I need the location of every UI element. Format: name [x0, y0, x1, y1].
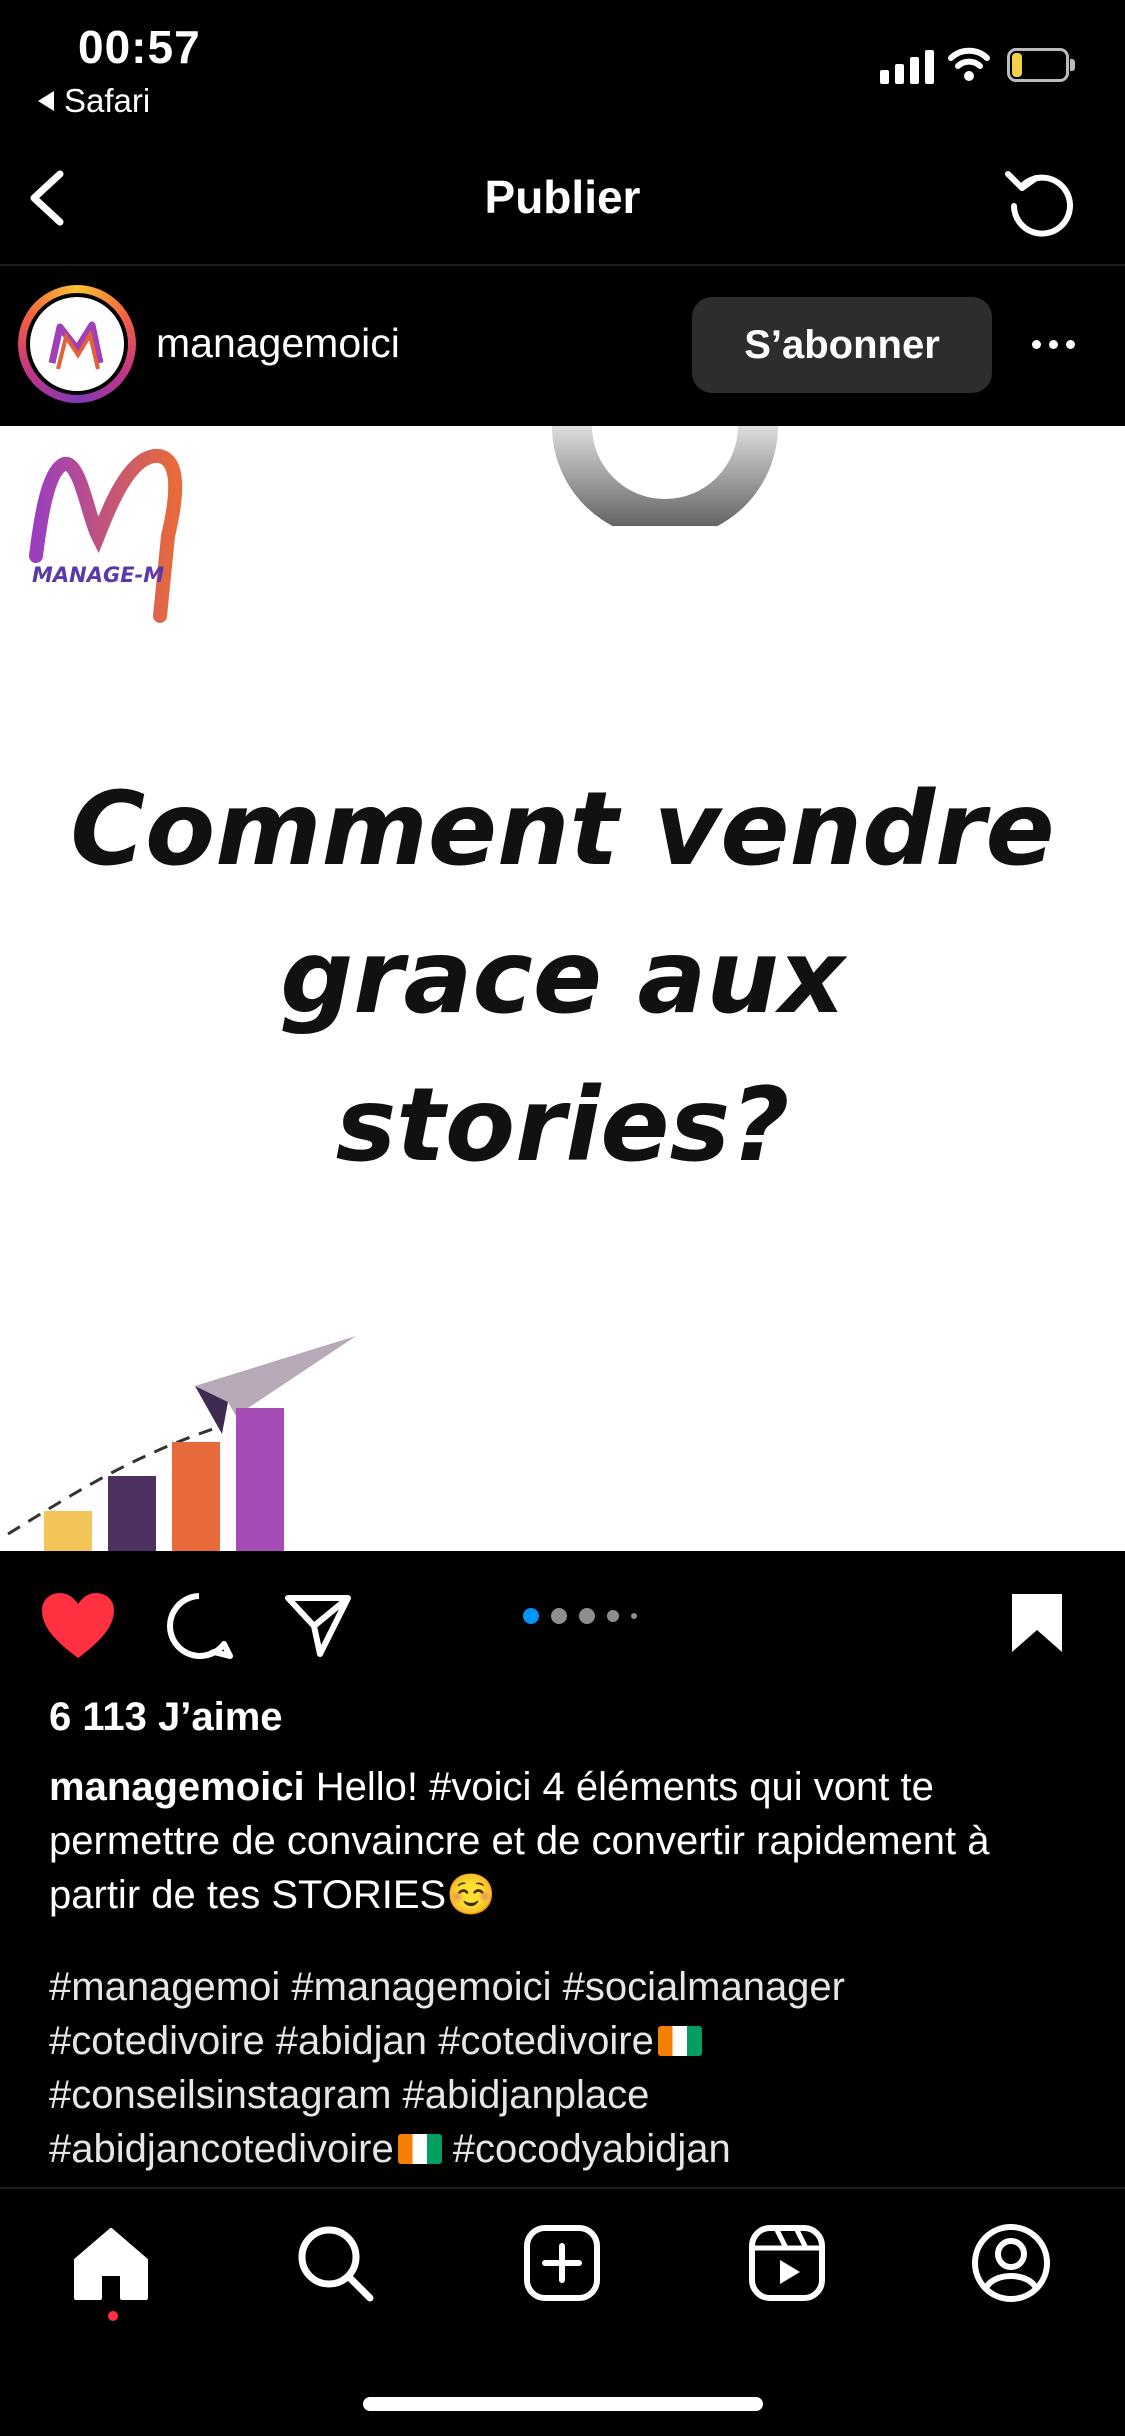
carousel-dot: [523, 1608, 539, 1624]
tab-bar-divider: [0, 2187, 1125, 2189]
status-time: 00:57: [78, 21, 201, 73]
ivory-coast-flag-icon: [657, 2026, 702, 2056]
decorative-ring-icon: [552, 426, 778, 526]
hashtag-line[interactable]: #abidjancotedivoire: [49, 2127, 394, 2171]
hashtag-line[interactable]: #cocodyabidjan: [442, 2127, 731, 2171]
follow-button[interactable]: S’abonner: [692, 297, 992, 393]
growth-chart-illustration: [7, 1336, 356, 1551]
tab-search-icon[interactable]: [290, 2218, 380, 2308]
back-to-app-link[interactable]: Safari: [38, 82, 150, 120]
page-title: Publier: [484, 171, 641, 223]
tab-profile-icon[interactable]: [966, 2218, 1056, 2308]
brand-logo-text: MANAGE-M: [32, 563, 164, 587]
headline-line: Comment vendre: [70, 770, 1055, 889]
home-indicator[interactable]: [363, 2397, 763, 2411]
hashtag-line[interactable]: #conseilsinstagram #abidjanplace: [49, 2073, 649, 2117]
tab-reels-icon[interactable]: [742, 2218, 832, 2308]
caption-username[interactable]: managemoici: [49, 1765, 305, 1809]
carousel-dot: [551, 1608, 567, 1624]
carousel-indicator: [523, 1608, 637, 1624]
post-caption: managemoici Hello! #voici 4 éléments qui…: [49, 1760, 1089, 1922]
comment-icon[interactable]: [162, 1590, 236, 1662]
post-hashtags: #managemoi #managemoici #socialmanager #…: [49, 1960, 1109, 2176]
brand-logo-icon: MANAGE-M: [29, 449, 183, 623]
share-paper-plane-icon[interactable]: [282, 1590, 354, 1662]
like-heart-icon[interactable]: [38, 1590, 118, 1662]
carousel-dot: [607, 1610, 619, 1622]
ivory-coast-flag-icon: [397, 2134, 442, 2164]
post-username[interactable]: managemoici: [156, 320, 400, 367]
back-app-label: Safari: [64, 82, 151, 119]
nav-divider: [0, 264, 1125, 266]
home-notification-dot: [108, 2311, 118, 2321]
battery-cap: [1070, 59, 1075, 71]
likes-count[interactable]: 6 113 J’aime: [49, 1695, 283, 1740]
tab-create-icon[interactable]: [517, 2218, 607, 2308]
hashtag-line[interactable]: #managemoi #managemoici #socialmanager: [49, 1965, 845, 2009]
battery-level: 6: [1030, 50, 1046, 80]
hashtag-line[interactable]: #cotedivoire #abidjan #cotedivoire: [49, 2019, 654, 2063]
wifi-icon: [948, 47, 990, 81]
post-headline: Comment vendre grace aux stories?: [0, 756, 1125, 1200]
post-image[interactable]: MANAGE-M Comment vendre grace aux storie…: [0, 426, 1125, 1551]
carousel-dot: [579, 1608, 595, 1624]
saved-bookmark-icon[interactable]: [1008, 1590, 1066, 1656]
cellular-signal-icon: [880, 50, 934, 84]
headline-line: grace aux: [280, 918, 845, 1037]
manage-moi-logo-icon: [48, 321, 104, 370]
more-options-icon[interactable]: [1032, 340, 1075, 349]
back-triangle-icon: [38, 91, 54, 111]
battery-icon: 6: [1007, 48, 1069, 82]
headline-line: stories?: [335, 1066, 790, 1185]
carousel-dot: [631, 1613, 637, 1619]
refresh-icon[interactable]: [1000, 160, 1084, 244]
tab-home-icon[interactable]: [66, 2218, 156, 2308]
avatar[interactable]: [26, 293, 128, 395]
